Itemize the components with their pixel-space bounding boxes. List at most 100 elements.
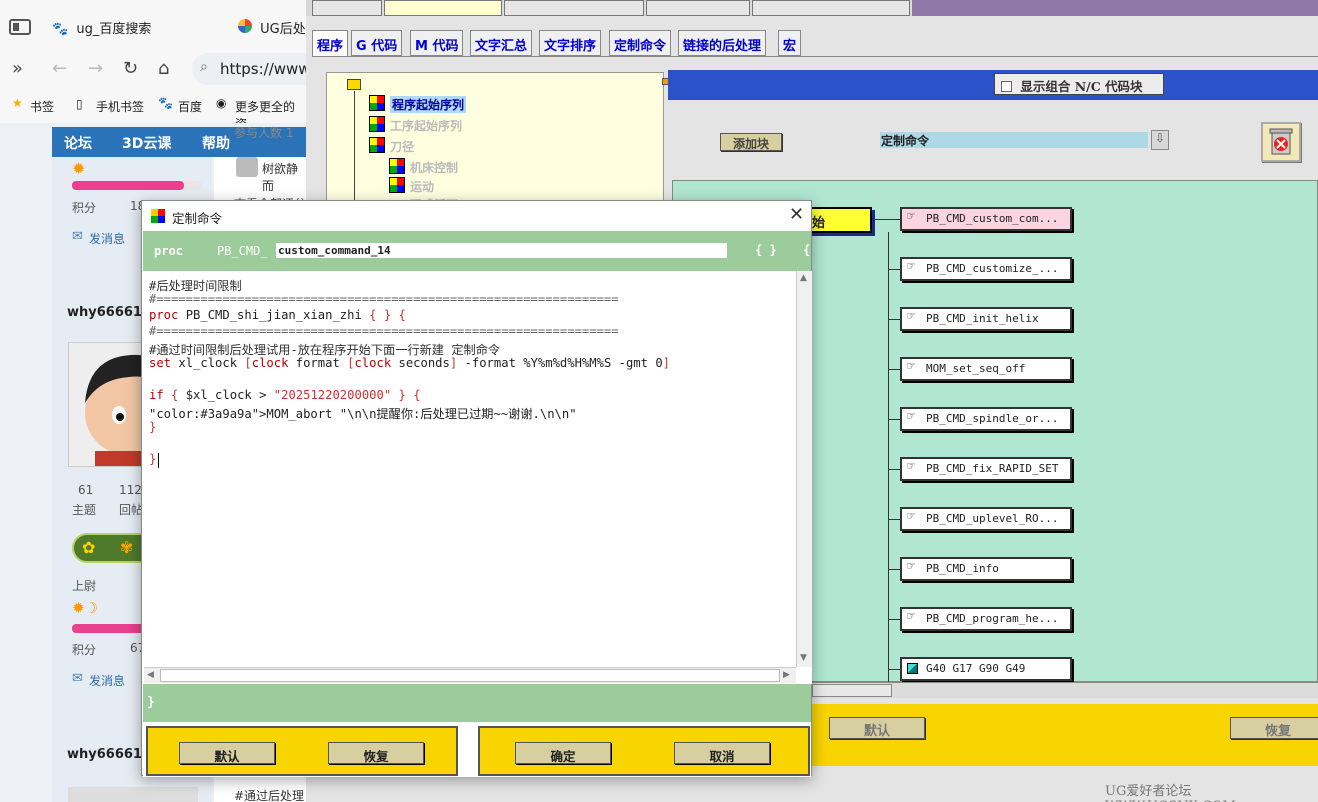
default-button[interactable]: 默认 bbox=[829, 717, 925, 739]
sequence-block[interactable]: ☞ PB_CMD_spindle_or... bbox=[900, 407, 1072, 431]
tab-word-summary[interactable]: 文字汇总 bbox=[470, 30, 533, 56]
top-tab[interactable] bbox=[384, 0, 502, 16]
globe-icon: ◉ bbox=[216, 96, 227, 110]
code-line: if { $xl_clock > "20251220200000" } { bbox=[149, 388, 421, 402]
tree-line bbox=[354, 91, 355, 211]
sequence-block[interactable]: ☞ PB_CMD_custom_com... bbox=[900, 207, 1072, 231]
tab-g-code[interactable]: G 代码 bbox=[351, 30, 403, 56]
sequence-block[interactable]: ☞ PB_CMD_uplevel_RO... bbox=[900, 507, 1072, 531]
tab-macro[interactable]: 宏 bbox=[778, 30, 802, 56]
top-tab[interactable] bbox=[504, 0, 644, 16]
username[interactable]: why666613 bbox=[67, 747, 151, 762]
bookmark-item[interactable]: 百度 bbox=[178, 98, 202, 115]
baidu-icon: 🐾 bbox=[158, 96, 173, 110]
button-group-right: 确定 取消 bbox=[478, 726, 810, 776]
tab-word-sequence[interactable]: 文字排序 bbox=[539, 30, 602, 56]
pointing-hand-icon: ☞ bbox=[907, 309, 915, 324]
block-label: PB_CMD_custom_com... bbox=[926, 212, 1059, 225]
pointing-hand-icon: ☞ bbox=[907, 509, 915, 524]
cube-icon bbox=[369, 95, 385, 111]
proc-footer: } bbox=[143, 684, 811, 722]
connector bbox=[888, 469, 900, 470]
bookmark-star-icon: ★ bbox=[12, 96, 23, 110]
tab-switch-icon[interactable] bbox=[9, 19, 31, 35]
forward-icon[interactable]: → bbox=[88, 58, 103, 79]
pointing-hand-icon: ☞ bbox=[907, 409, 915, 424]
show-combined-nc-toggle[interactable]: 显示组合 N/C 代码块 bbox=[994, 73, 1164, 95]
pointing-hand-icon: ☞ bbox=[907, 459, 915, 474]
block-label: PB_CMD_uplevel_RO... bbox=[926, 512, 1059, 525]
browser-tab[interactable]: 🐾 ug_百度搜索 bbox=[52, 18, 151, 50]
progress-fill bbox=[72, 181, 184, 190]
nav-help[interactable]: 帮助 bbox=[202, 133, 230, 153]
tab-m-code[interactable]: M 代码 bbox=[410, 30, 464, 56]
scroll-up-icon[interactable]: ▲ bbox=[800, 273, 807, 283]
restore-button[interactable]: 恢复 bbox=[328, 742, 424, 764]
cube-icon bbox=[907, 663, 918, 674]
send-message-link[interactable]: 发消息 bbox=[89, 672, 125, 689]
connector bbox=[888, 519, 900, 520]
send-message-link[interactable]: 发消息 bbox=[89, 230, 125, 247]
nav-3d-course[interactable]: 3D云课 bbox=[122, 133, 171, 153]
browser-tab[interactable]: UG后处 bbox=[238, 18, 306, 50]
block-label: PB_CMD_spindle_or... bbox=[926, 412, 1059, 425]
tab-custom-command[interactable]: 定制命令 bbox=[609, 30, 672, 56]
sequence-block[interactable]: ☞ PB_CMD_customize_... bbox=[900, 257, 1072, 281]
ok-button[interactable]: 确定 bbox=[515, 742, 611, 764]
code-line: "color:#3a9a9a">MOM_abort "\n\n提醒你:后处理已过… bbox=[149, 407, 577, 421]
home-icon[interactable]: ⌂ bbox=[158, 58, 169, 79]
sun-moon-icon: ✹☽ bbox=[72, 599, 99, 617]
sequence-tree[interactable]: 程序起始序列 工序起始序列 刀径 机床控制 运动 现成循环 bbox=[326, 72, 664, 212]
default-button[interactable]: 默认 bbox=[179, 742, 275, 764]
block-header-bar bbox=[668, 70, 1318, 100]
bookmark-item[interactable]: 书签 bbox=[30, 98, 54, 115]
mail-icon: ✉ bbox=[72, 229, 83, 244]
scroll-down-icon[interactable]: ▼ bbox=[800, 653, 807, 663]
top-tab[interactable] bbox=[646, 0, 750, 16]
avatar-frame bbox=[68, 787, 198, 802]
back-icon[interactable]: ← bbox=[52, 58, 67, 79]
connector bbox=[888, 619, 900, 620]
tab-linked-posts[interactable]: 链接的后处理 bbox=[678, 30, 767, 56]
connector bbox=[888, 269, 900, 270]
pointing-hand-icon: ☞ bbox=[907, 559, 915, 574]
add-block-button[interactable]: 添加块 bbox=[720, 133, 782, 151]
block-label: PB_CMD_info bbox=[926, 562, 999, 575]
bookmark-item[interactable]: 手机书签 bbox=[96, 98, 144, 115]
dropdown-icon[interactable]: ⇩ bbox=[1151, 130, 1169, 150]
tab-program[interactable]: 程序 bbox=[312, 30, 349, 56]
command-select[interactable]: 定制命令 bbox=[880, 132, 1148, 148]
canvas-hscroll[interactable] bbox=[812, 682, 1318, 698]
sequence-block[interactable]: ☞ PB_CMD_fix_RAPID_SET bbox=[900, 457, 1072, 481]
close-icon[interactable]: ✕ bbox=[789, 204, 804, 225]
pointing-hand-icon: ☞ bbox=[907, 609, 915, 624]
vertical-connector bbox=[888, 232, 889, 682]
username[interactable]: why666613 bbox=[67, 305, 151, 320]
trash-icon[interactable] bbox=[1261, 122, 1301, 162]
sequence-block[interactable]: ☞ MOM_set_seq_off bbox=[900, 357, 1072, 381]
chevron-double-icon[interactable]: » bbox=[12, 58, 23, 79]
scroll-left-icon[interactable]: ◀ bbox=[147, 670, 154, 680]
pointing-hand-icon: ☞ bbox=[907, 359, 915, 374]
cancel-button[interactable]: 取消 bbox=[674, 742, 770, 764]
reload-icon[interactable]: ↻ bbox=[123, 58, 138, 79]
editor-vscroll[interactable]: ▲ ▼ bbox=[796, 271, 812, 667]
editor-hscroll[interactable]: ◀ ▶ bbox=[144, 667, 796, 683]
dialog-titlebar: 定制命令 ✕ bbox=[142, 201, 811, 231]
nav-forum[interactable]: 论坛 bbox=[64, 133, 92, 153]
scroll-thumb[interactable] bbox=[160, 669, 780, 682]
scroll-thumb[interactable] bbox=[812, 684, 892, 697]
address-bar[interactable]: ⌕ https://www. bbox=[192, 53, 314, 85]
sequence-block[interactable]: ☞ PB_CMD_info bbox=[900, 557, 1072, 581]
restore-button[interactable]: 恢复 bbox=[1230, 717, 1318, 739]
command-name-input[interactable]: custom_command_14 bbox=[276, 243, 727, 258]
sequence-block[interactable]: ☞ PB_CMD_init_helix bbox=[900, 307, 1072, 331]
top-tab[interactable] bbox=[752, 0, 910, 16]
badge-icon: ✾ bbox=[120, 538, 134, 557]
scroll-right-icon[interactable]: ▶ bbox=[783, 670, 790, 680]
sequence-block[interactable]: ☞ PB_CMD_program_he... bbox=[900, 607, 1072, 631]
code-editor[interactable]: #后处理时间限制 #===============================… bbox=[144, 271, 812, 684]
top-tab[interactable] bbox=[312, 0, 382, 16]
block-label: MOM_set_seq_off bbox=[926, 362, 1026, 375]
sequence-block[interactable]: G40 G17 G90 G49 bbox=[900, 657, 1072, 681]
